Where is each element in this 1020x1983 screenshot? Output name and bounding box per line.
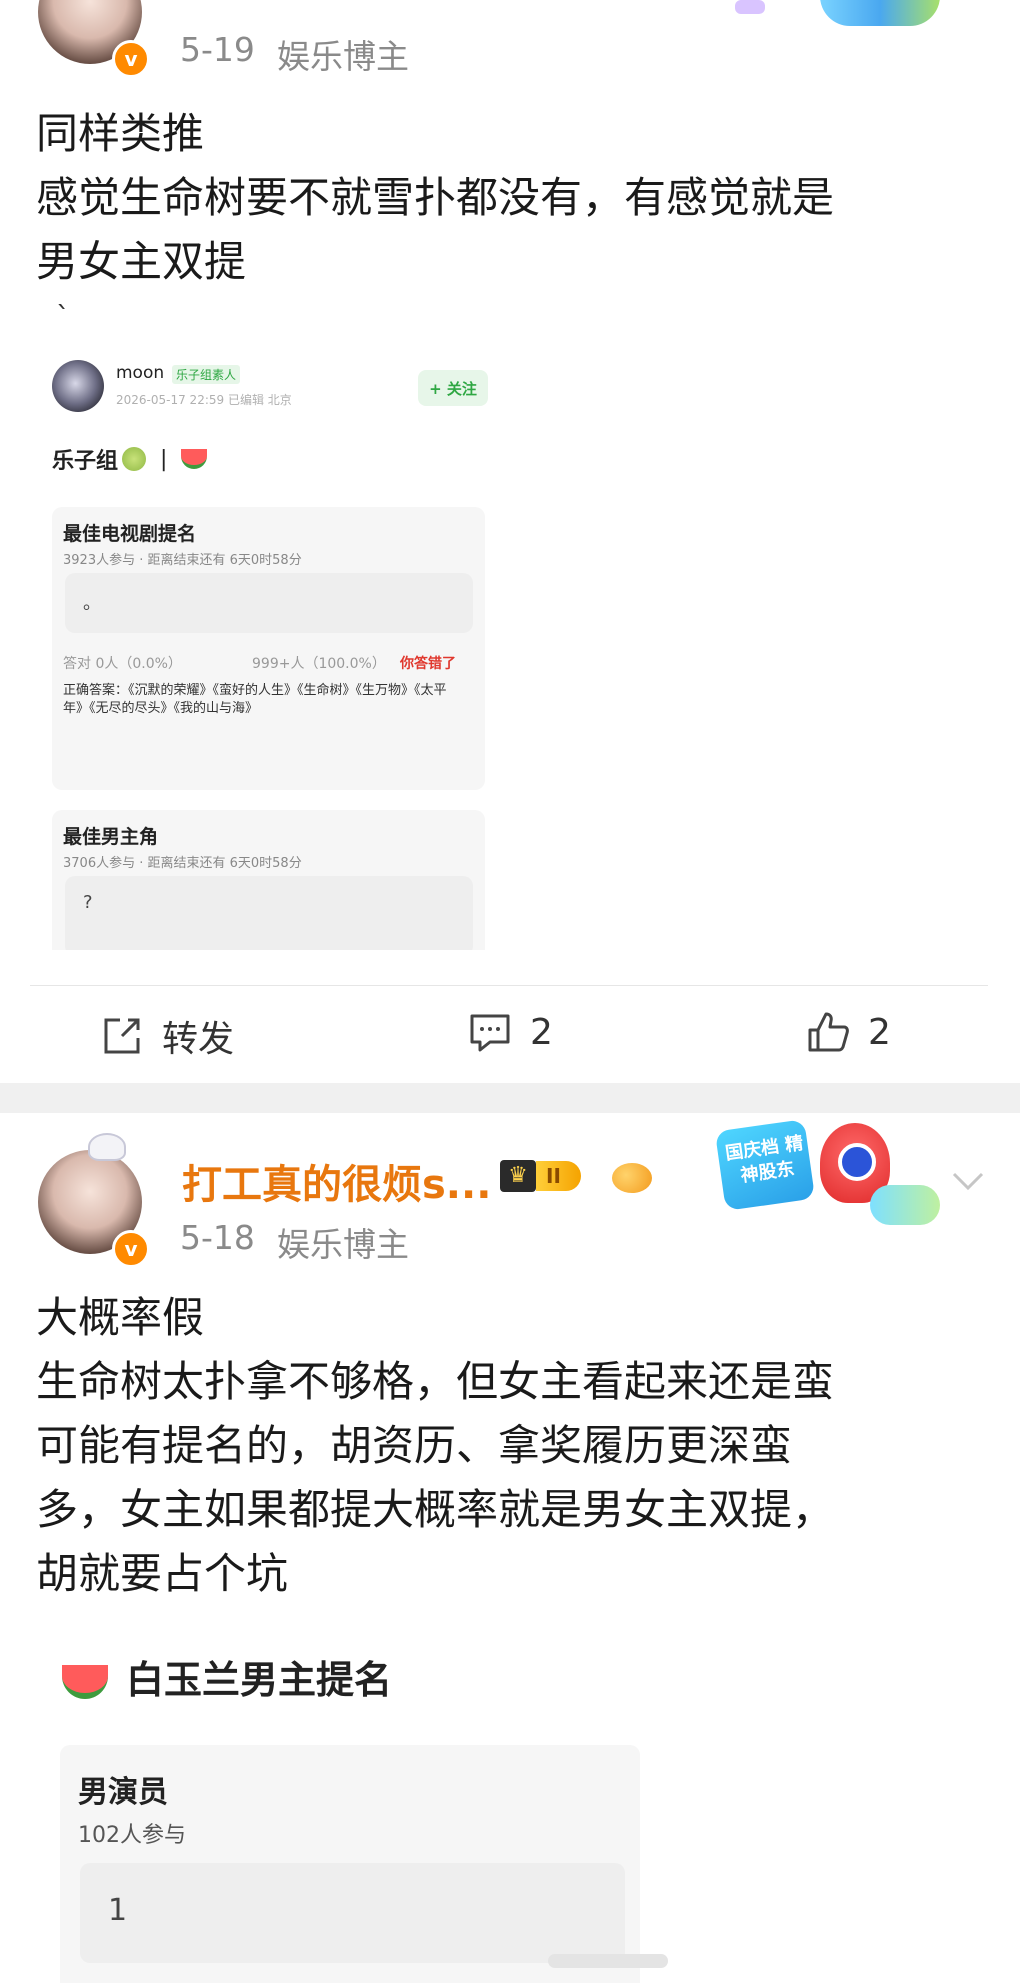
watermelon-icon (62, 1665, 108, 1699)
username[interactable]: 打工真的很烦s... (182, 1152, 491, 1210)
comment-icon (470, 1014, 510, 1052)
crown-icon: ♛ (500, 1160, 536, 1192)
divider (30, 985, 988, 986)
verified-badge-icon: v (112, 1230, 150, 1268)
quiz-title: 男演员 (78, 1775, 168, 1810)
quiz-card-tv[interactable]: 最佳电视剧提名 3923人参与 · 距离结束还有 6天0时58分 。 答对 0人… (52, 507, 485, 790)
crown-level-badge: ♛ II (500, 1160, 581, 1192)
cat-ears-icon (88, 1133, 126, 1161)
tick-mark: ` (56, 300, 70, 333)
answer-box: 1 (80, 1863, 625, 1963)
fish-icon (612, 1163, 652, 1193)
festival-banner-icon (820, 0, 940, 26)
embedded-screenshot[interactable]: 白玉兰男主提名 男演员 102人参与 1 (40, 1625, 660, 1983)
like-button[interactable]: 2 (806, 1010, 891, 1054)
embed-username: moon (116, 363, 165, 383)
post-body: 大概率假 生命树太扑拿不够格，但女主看起来还是蛮 可能有提名的，胡资历、拿奖履历… (36, 1293, 835, 1598)
quiz-title: 最佳电视剧提名 (63, 523, 197, 545)
watermelon-icon (181, 449, 208, 469)
embed-title: 白玉兰男主提名 (126, 1658, 393, 1702)
stat-wrong: 999+人（100.0%） (252, 656, 386, 672)
wrong-label: 你答错了 (400, 656, 456, 672)
embed-avatar (52, 360, 104, 412)
post-separator (0, 1083, 1020, 1113)
quiz-participants: 3706人参与 · 距离结束还有 6天0时58分 (63, 856, 302, 871)
quiz-title: 最佳男主角 (63, 826, 159, 848)
post-date: 5-18 (180, 1218, 255, 1257)
post-body: 同样类推 感觉生命树要不就雪扑都没有，有感觉就是 男女主双提 (36, 109, 835, 286)
level-badge: II (536, 1161, 581, 1191)
scroll-indicator (548, 1954, 668, 1968)
chevron-down-icon[interactable] (948, 1160, 988, 1200)
festival-banner[interactable]: 国庆档 精神股东 (714, 1115, 940, 1235)
quiz-participants: 3923人参与 · 距离结束还有 6天0时58分 (63, 553, 302, 568)
melon-icon (122, 447, 147, 471)
share-icon (104, 1018, 140, 1054)
thumbs-up-icon (808, 1012, 849, 1052)
post-source: 娱乐博主 (277, 1225, 409, 1264)
embed-user-tag: 乐子组素人 (172, 365, 241, 384)
correct-answer: 正确答案：《沉默的荣耀》《蛮好的人生》《生命树》《生万物》《太平年》《无尽的尽头… (63, 683, 447, 716)
post-source: 娱乐博主 (277, 37, 409, 76)
quiz-participants: 102人参与 (78, 1823, 186, 1848)
quiz-card-actor[interactable]: 最佳男主角 3706人参与 · 距离结束还有 6天0时58分 ? (52, 810, 485, 950)
repost-button[interactable]: 转发 (100, 1010, 234, 1062)
verified-badge-icon: v (112, 40, 150, 78)
quiz-card-actor[interactable]: 男演员 102人参与 1 (60, 1745, 640, 1983)
stat-correct: 答对 0人（0.0%） (63, 656, 182, 672)
comment-button[interactable]: 2 (468, 1010, 553, 1054)
post-date: 5-19 (180, 30, 255, 69)
sparkle-icon (735, 0, 765, 14)
answer-box: 。 (65, 573, 473, 633)
embed-timestamp: 2026-05-17 22:59 已编辑 北京 (116, 393, 292, 407)
embed-group-title: 乐子组 | (52, 443, 208, 475)
answer-box: ? (65, 876, 473, 950)
embedded-screenshot[interactable]: moon 乐子组素人 2026-05-17 22:59 已编辑 北京 + 关注 … (40, 345, 500, 950)
embed-follow-button[interactable]: + 关注 (418, 370, 488, 406)
